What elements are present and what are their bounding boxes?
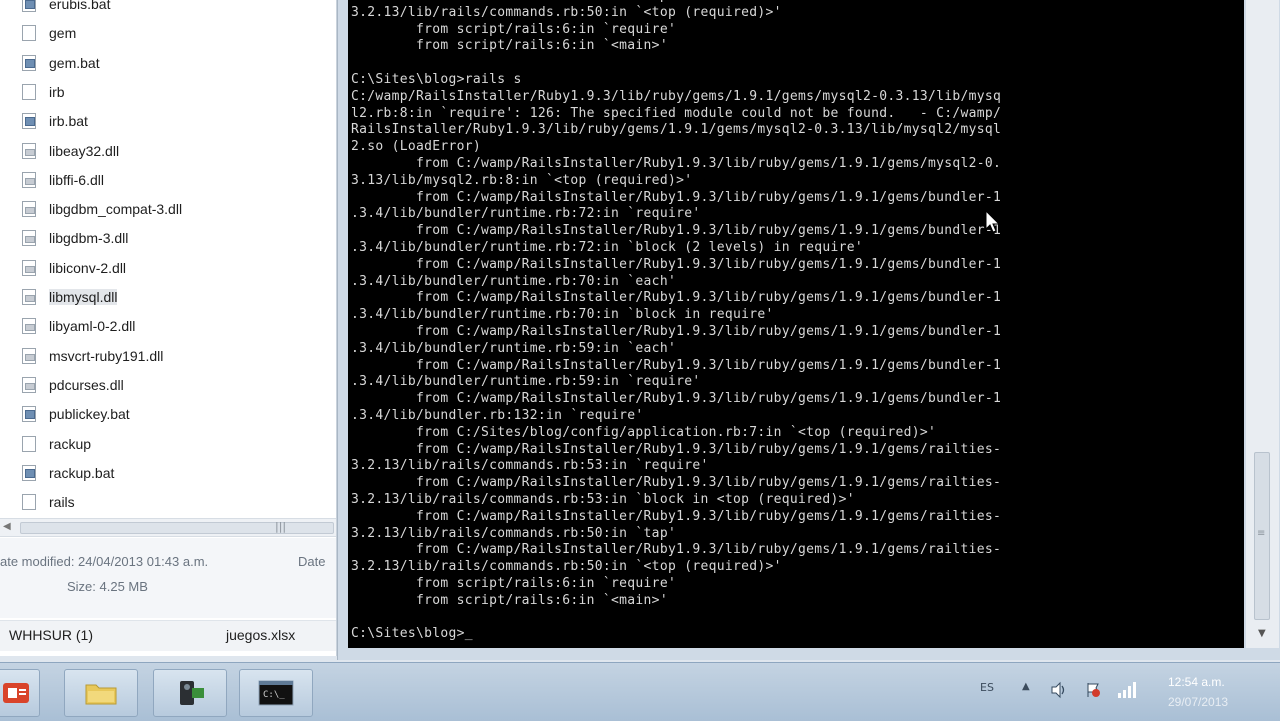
taskbar-cmd-button[interactable]: C:\_ bbox=[239, 669, 313, 717]
date-modified-label: ate modified: 24/04/2013 01:43 a.m. bbox=[0, 554, 209, 569]
network-signal-icon[interactable] bbox=[1116, 681, 1138, 699]
dll-file-icon bbox=[22, 376, 36, 393]
status-left-text: WHHSUR (1) bbox=[9, 627, 93, 643]
dll-file-icon bbox=[22, 171, 36, 188]
file-list-item[interactable]: irb.bat bbox=[0, 107, 330, 135]
date-column-label: Date bbox=[298, 554, 326, 569]
file-name: publickey.bat bbox=[49, 406, 130, 423]
file-name: irb bbox=[49, 83, 65, 100]
file-name: irb.bat bbox=[49, 113, 88, 130]
powerpoint-icon bbox=[3, 683, 29, 703]
scroll-left-arrow-icon[interactable]: ◀ bbox=[3, 521, 11, 532]
file-name: libiconv-2.dll bbox=[49, 259, 127, 276]
file-name: libeay32.dll bbox=[49, 142, 120, 159]
mouse-cursor-icon bbox=[985, 210, 1001, 233]
batch-file-icon bbox=[22, 406, 36, 423]
taskbar-recorder-button[interactable] bbox=[153, 669, 227, 717]
dll-file-icon bbox=[22, 347, 36, 364]
file-name: gem bbox=[49, 25, 77, 42]
dll-file-icon bbox=[22, 142, 36, 159]
file-list-item[interactable]: rails bbox=[0, 488, 330, 516]
file-name: libyaml-0-2.dll bbox=[49, 318, 136, 335]
file-list-item[interactable]: pdcurses.dll bbox=[0, 371, 330, 399]
svg-text:C:\_: C:\_ bbox=[263, 690, 285, 700]
status-right-text: juegos.xlsx bbox=[226, 627, 296, 643]
file-name: msvcrt-ruby191.dll bbox=[49, 347, 164, 364]
folder-icon bbox=[85, 684, 117, 705]
grip-icon: ||| bbox=[275, 520, 287, 533]
dll-file-icon bbox=[22, 201, 36, 218]
dll-file-icon bbox=[22, 259, 36, 276]
details-pane: ate modified: 24/04/2013 01:43 a.m. Date… bbox=[0, 538, 336, 618]
console-output[interactable]: 3.2.13/lib/rails/commands.rb:50:in `tap'… bbox=[348, 0, 1244, 648]
file-name: rackup bbox=[49, 435, 92, 452]
file-list-item[interactable]: libmysql.dll bbox=[0, 283, 330, 311]
file-list-item[interactable]: msvcrt-ruby191.dll bbox=[0, 342, 330, 370]
dll-file-icon bbox=[22, 318, 36, 335]
file-list-item[interactable]: gem bbox=[0, 19, 330, 47]
batch-file-icon bbox=[22, 54, 36, 71]
file-name: rackup.bat bbox=[49, 464, 115, 481]
horizontal-scrollbar[interactable]: ◀ ||| bbox=[0, 518, 336, 537]
explorer-status-bar: WHHSUR (1) juegos.xlsx bbox=[0, 620, 336, 651]
file-name: libffi-6.dll bbox=[49, 171, 104, 188]
file-name: rails bbox=[49, 494, 75, 511]
file-list-item[interactable]: libffi-6.dll bbox=[0, 166, 330, 194]
file-list-item[interactable]: gem.bat bbox=[0, 49, 330, 77]
dll-file-icon bbox=[22, 289, 36, 305]
file-size-label: Size: 4.25 MB bbox=[67, 579, 148, 594]
batch-file-icon bbox=[22, 464, 36, 481]
file-explorer-pane: erubis.bat gem gem.bat irb irb.bat libeay32.d… bbox=[0, 0, 337, 656]
file-list-item[interactable]: libeay32.dll bbox=[0, 137, 330, 165]
file-list-item[interactable]: libgdbm-3.dll bbox=[0, 224, 330, 252]
grip-icon: ≡ bbox=[1257, 528, 1266, 539]
vertical-scrollbar[interactable]: ≡ ▼ bbox=[1246, 0, 1279, 648]
file-list-item[interactable]: libiconv-2.dll bbox=[0, 254, 330, 282]
console-text: 3.2.13/lib/rails/commands.rb:50:in `tap'… bbox=[351, 0, 1002, 642]
show-hidden-icons-icon[interactable]: ▲ bbox=[1022, 681, 1030, 692]
file-list-item[interactable]: libgdbm_compat-3.dll bbox=[0, 195, 330, 223]
action-center-flag-icon[interactable] bbox=[1084, 681, 1102, 699]
scroll-down-arrow-icon[interactable]: ▼ bbox=[1258, 628, 1266, 639]
taskbar-explorer-button[interactable] bbox=[64, 669, 138, 717]
file-name: libmysql.dll bbox=[49, 289, 118, 305]
file-list: erubis.bat gem gem.bat irb irb.bat libeay32.d… bbox=[0, 0, 336, 516]
file-name: pdcurses.dll bbox=[49, 376, 124, 393]
blank-file-icon bbox=[22, 494, 36, 511]
clock-time[interactable]: 12:54 a.m. bbox=[1168, 675, 1225, 689]
blank-file-icon bbox=[22, 25, 36, 42]
taskbar-powerpoint-button[interactable] bbox=[0, 669, 40, 717]
file-name: erubis.bat bbox=[49, 0, 111, 12]
file-list-item[interactable]: libyaml-0-2.dll bbox=[0, 312, 330, 340]
command-prompt-window: 3.2.13/lib/rails/commands.rb:50:in `tap'… bbox=[337, 0, 1280, 660]
clock-date[interactable]: 29/07/2013 bbox=[1168, 695, 1228, 709]
file-name: libgdbm-3.dll bbox=[49, 230, 129, 247]
taskbar: C:\_ ES ▲ 12:54 a.m. 29/07/2013 bbox=[0, 662, 1280, 721]
file-name: libgdbm_compat-3.dll bbox=[49, 201, 183, 218]
file-list-item[interactable]: rackup.bat bbox=[0, 459, 330, 487]
command-prompt-icon: C:\_ bbox=[258, 680, 294, 706]
file-list-item[interactable]: erubis.bat bbox=[0, 0, 330, 18]
volume-icon[interactable] bbox=[1050, 681, 1068, 699]
batch-file-icon bbox=[22, 113, 36, 130]
blank-file-icon bbox=[22, 83, 36, 100]
file-list-item[interactable]: irb bbox=[0, 78, 330, 106]
file-name: gem.bat bbox=[49, 54, 100, 71]
batch-file-icon bbox=[22, 0, 36, 12]
dll-file-icon bbox=[22, 230, 36, 247]
system-tray: ES ▲ 12:54 a.m. 29/07/2013 bbox=[970, 663, 1280, 721]
file-list-item[interactable]: rackup bbox=[0, 430, 330, 458]
scroll-thumb[interactable]: ||| bbox=[20, 520, 334, 534]
video-camera-icon bbox=[180, 681, 204, 705]
file-list-item[interactable]: publickey.bat bbox=[0, 400, 330, 428]
language-indicator[interactable]: ES bbox=[980, 681, 994, 694]
blank-file-icon bbox=[22, 435, 36, 452]
